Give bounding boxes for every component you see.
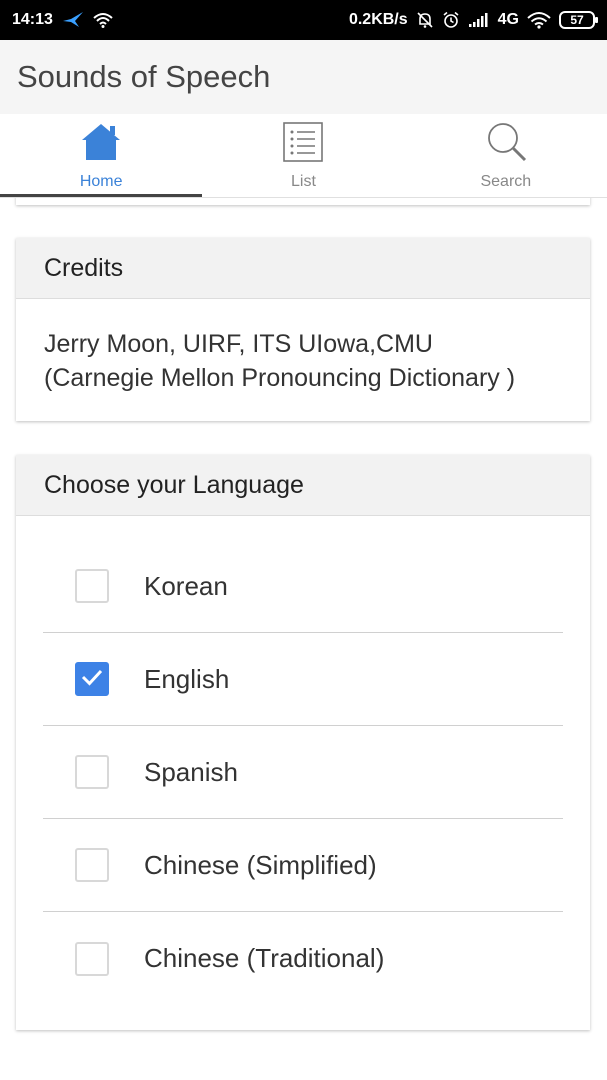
- chinese-simplified-checkbox[interactable]: [75, 848, 109, 882]
- tab-list[interactable]: List: [202, 114, 404, 197]
- status-bar-right: 0.2KB/s 4G 57: [348, 11, 598, 29]
- battery-icon: 57: [559, 11, 598, 29]
- spanish-checkbox[interactable]: [75, 755, 109, 789]
- tab-list-label: List: [291, 173, 316, 190]
- language-label: Chinese (Traditional): [144, 943, 385, 973]
- status-bar-left: 14:13: [12, 11, 113, 29]
- language-label: Spanish: [144, 756, 238, 787]
- credits-line-1: Jerry Moon, UIRF, ITS UIowa,CMU: [44, 330, 433, 358]
- search-icon: [484, 120, 528, 169]
- list-icon: [281, 120, 325, 169]
- app-bar: Sounds of Speech: [0, 40, 607, 114]
- home-icon: [79, 120, 123, 169]
- language-list: Korean English Spanish Chinese (Simplifi…: [16, 516, 590, 1005]
- previous-card-edge: [16, 198, 590, 205]
- language-label: Korean: [144, 570, 228, 601]
- net-speed: 0.2KB/s: [348, 11, 408, 28]
- main-content[interactable]: Credits Jerry Moon, UIRF, ITS UIowa,CMU …: [0, 198, 607, 1080]
- mute-bell-icon: [416, 11, 434, 29]
- tab-search-label: Search: [480, 173, 532, 190]
- status-bar: 14:13 0.2KB/s 4G 57: [0, 0, 607, 40]
- chinese-traditional-checkbox[interactable]: [75, 941, 109, 976]
- tab-bar: Home List Search: [0, 114, 607, 198]
- tab-home-label: Home: [79, 173, 123, 190]
- language-option-spanish[interactable]: Spanish: [43, 726, 563, 819]
- language-option-english[interactable]: English: [43, 633, 563, 726]
- language-label: English: [144, 663, 230, 694]
- language-label: Chinese (Simplified): [144, 849, 377, 880]
- language-option-chinese-traditional[interactable]: Chinese (Traditional): [43, 912, 563, 1005]
- checkmark-icon: [79, 664, 105, 695]
- wifi-icon: [527, 11, 551, 29]
- language-option-chinese-simplified[interactable]: Chinese (Simplified): [43, 819, 563, 912]
- battery-level: 57: [570, 13, 584, 27]
- signal-icon: [468, 12, 490, 28]
- language-option-korean[interactable]: Korean: [43, 540, 563, 633]
- credits-body: Jerry Moon, UIRF, ITS UIowa,CMU (Carnegi…: [16, 299, 590, 421]
- credits-line-2: (Carnegie Mellon Pronouncing Dictionary …: [44, 364, 516, 392]
- language-header: Choose your Language: [16, 455, 590, 516]
- credits-header: Credits: [16, 238, 590, 299]
- alarm-icon: [442, 11, 460, 29]
- status-time: 14:13: [12, 11, 53, 28]
- language-card: Choose your Language Korean English Span…: [16, 455, 590, 1030]
- bird-notification-icon: [61, 11, 85, 29]
- tab-home[interactable]: Home: [0, 114, 203, 197]
- credits-card: Credits Jerry Moon, UIRF, ITS UIowa,CMU …: [16, 238, 590, 421]
- wifi-icon: [93, 12, 113, 28]
- korean-checkbox[interactable]: [75, 569, 109, 603]
- tab-search[interactable]: Search: [405, 114, 607, 197]
- app-title: Sounds of Speech: [17, 59, 271, 94]
- network-type: 4G: [497, 11, 519, 28]
- english-checkbox[interactable]: [75, 662, 109, 696]
